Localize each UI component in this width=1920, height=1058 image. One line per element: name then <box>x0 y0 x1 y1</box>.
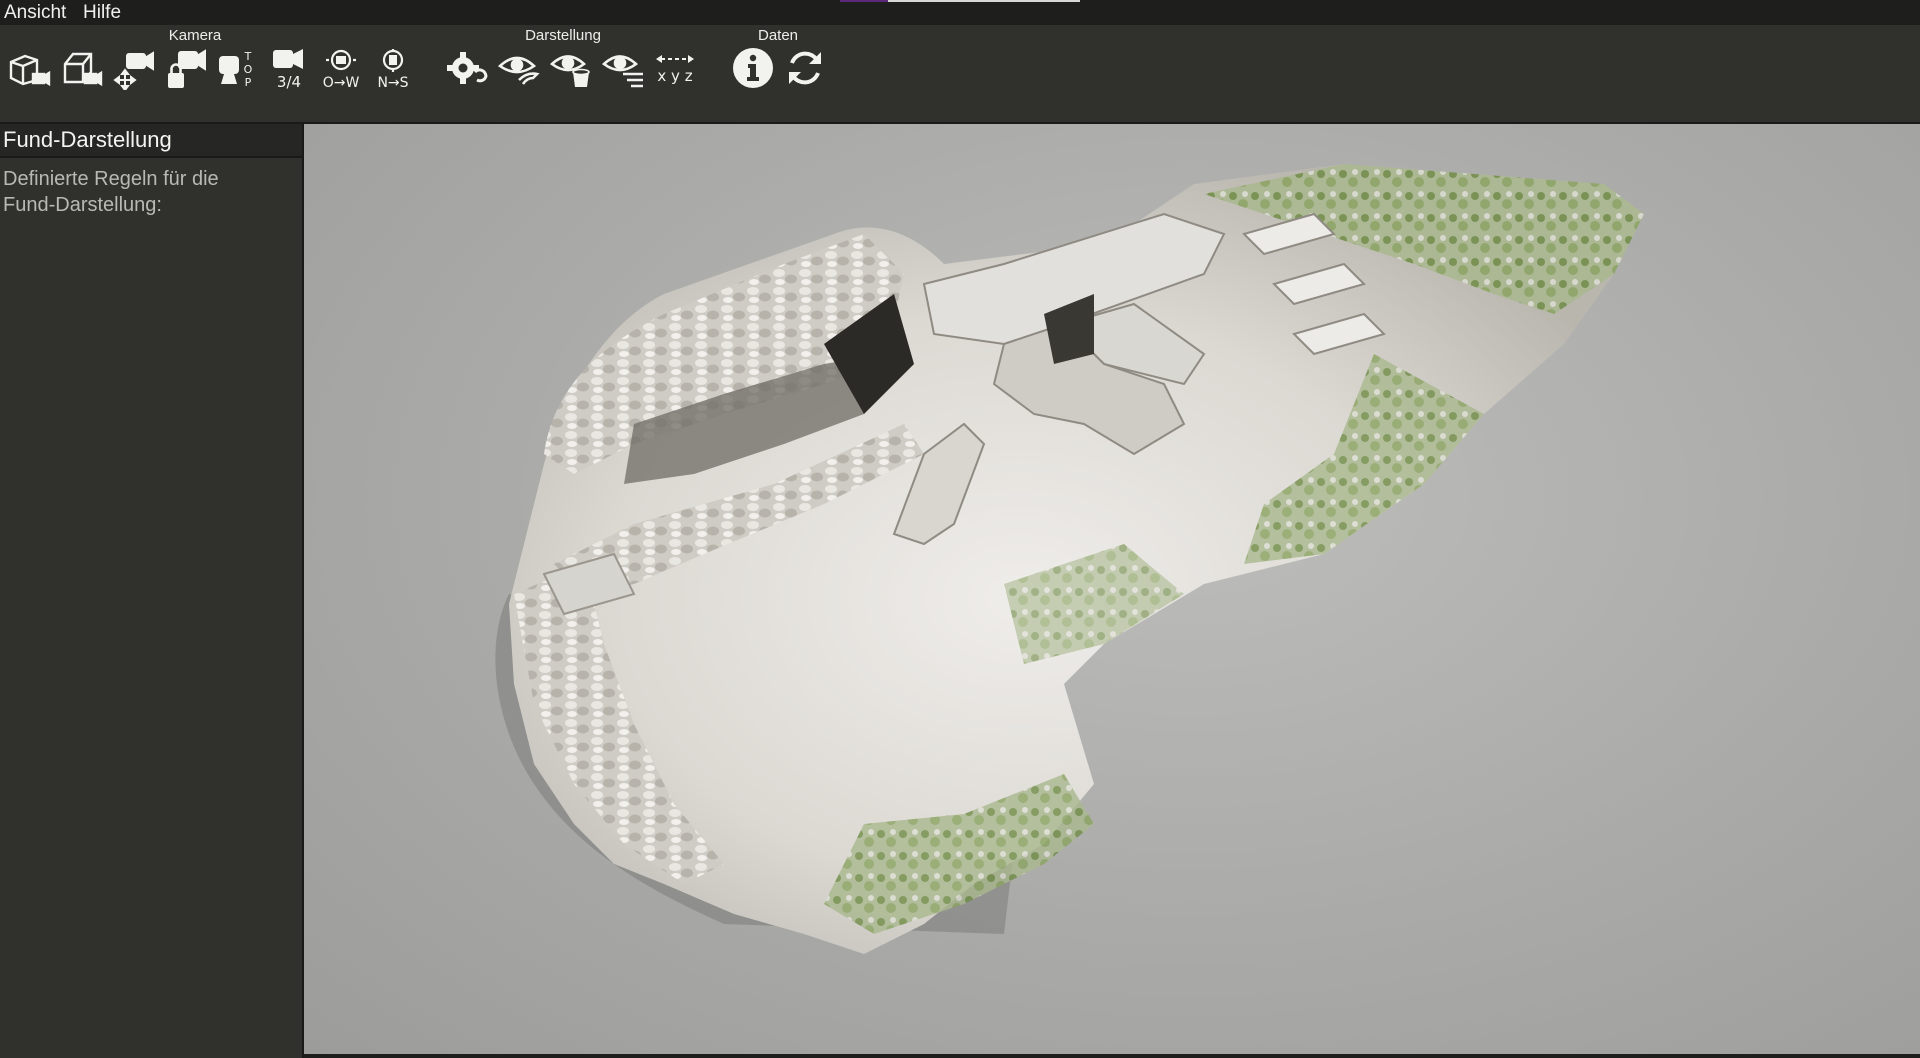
render-settings-button[interactable] <box>444 45 490 91</box>
camera-three-quarter-button[interactable]: 3/4 <box>266 45 312 91</box>
excavation-model <box>495 164 1644 954</box>
info-icon <box>733 48 773 88</box>
camera-move-icon <box>113 51 154 90</box>
xyz-label: x y z <box>657 67 692 85</box>
camera-north-south-button[interactable]: N→S <box>370 45 416 91</box>
camera-east-west-button[interactable]: O→W <box>318 45 364 91</box>
top-letter-p: P <box>245 76 252 89</box>
menu-ansicht[interactable]: Ansicht <box>4 2 66 24</box>
east-west-label: O→W <box>323 75 360 90</box>
refresh-icon <box>789 51 821 85</box>
visibility-hand-icon <box>497 56 540 85</box>
visibility-hand-button[interactable] <box>496 45 542 91</box>
menu-bar: Ansicht Hilfe <box>0 0 1920 25</box>
info-button[interactable] <box>730 45 776 91</box>
camera-top-icon: T O P <box>219 50 253 89</box>
camera-north-south-icon: N→S <box>377 49 409 90</box>
camera-three-quarter-icon: 3/4 <box>273 49 303 90</box>
panel-description-line-2: Fund-Darstellung: <box>3 194 162 216</box>
camera-perspective-button[interactable] <box>6 45 52 91</box>
camera-box-button[interactable] <box>58 45 104 91</box>
render-settings-icon <box>447 52 488 84</box>
group-label-darstellung: Darstellung <box>525 27 601 44</box>
refresh-button[interactable] <box>782 45 828 91</box>
top-letter-t: T <box>244 50 252 63</box>
3d-viewport[interactable] <box>304 124 1920 1054</box>
panel-title: Fund-Darstellung <box>0 124 302 158</box>
group-label-kamera: Kamera <box>168 27 222 44</box>
title-accent-bar <box>840 0 888 2</box>
menu-hilfe[interactable]: Hilfe <box>83 2 121 24</box>
top-letter-o: O <box>244 63 253 76</box>
panel-description-line-1: Definierte Regeln für die <box>3 168 219 190</box>
visibility-layers-icon <box>601 55 643 88</box>
camera-move-button[interactable] <box>110 45 156 91</box>
visibility-layers-button[interactable] <box>600 45 646 91</box>
camera-lock-icon <box>168 49 206 88</box>
camera-box-icon <box>63 52 103 87</box>
visibility-bucket-button[interactable] <box>548 45 594 91</box>
visibility-bucket-icon <box>549 55 590 87</box>
title-strip <box>888 0 1080 2</box>
group-label-daten: Daten <box>757 27 799 44</box>
toolbar: Kamera Darstellung Daten T O P 3/4 O→W N… <box>0 25 1920 124</box>
camera-lock-button[interactable] <box>162 45 208 91</box>
camera-top-button[interactable]: T O P <box>214 45 260 91</box>
axes-xyz-button[interactable]: x y z <box>652 45 698 91</box>
camera-perspective-icon <box>9 54 51 87</box>
fund-darstellung-panel: Fund-Darstellung Definierte Regeln für d… <box>0 124 304 1058</box>
camera-east-west-icon: O→W <box>323 49 360 90</box>
north-south-label: N→S <box>377 75 408 90</box>
three-quarter-label: 3/4 <box>277 73 301 90</box>
axes-xyz-icon: x y z <box>656 55 694 85</box>
panel-description: Definierte Regeln für die Fund-Darstellu… <box>0 158 296 226</box>
